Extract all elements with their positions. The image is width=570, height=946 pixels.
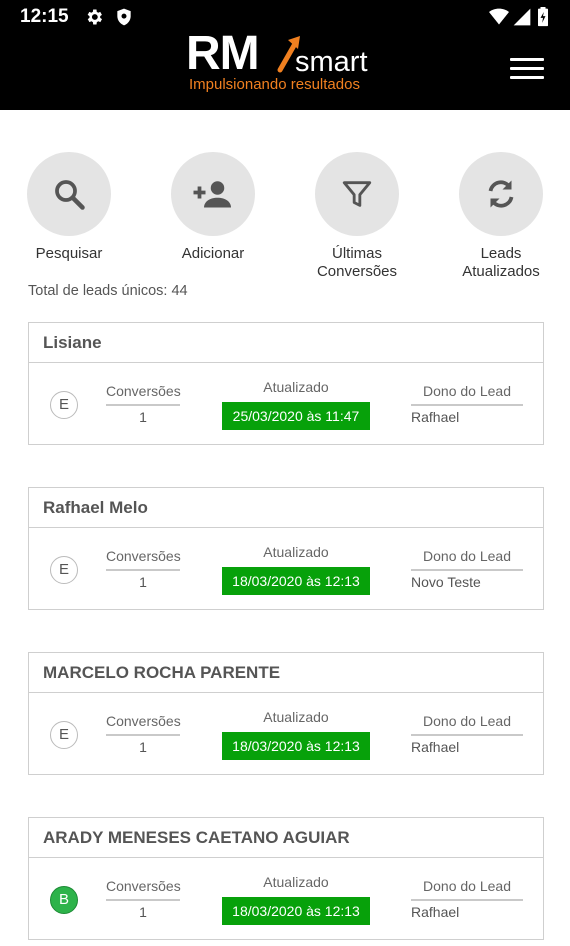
lead-card[interactable]: ARADY MENESES CAETANO AGUIAR B Conversõe… <box>28 817 544 940</box>
owner-label: Dono do Lead <box>423 548 511 564</box>
conversions-label: Conversões <box>106 548 181 564</box>
lead-card[interactable]: Rafhael Melo E Conversões 1 Atualizado 1… <box>28 487 544 610</box>
rmsmart-logo: RM smart Impulsionando resultados <box>186 27 386 98</box>
owner-value: Rafhael <box>411 409 460 425</box>
total-leads-text: Total de leads únicos: 44 <box>28 283 188 299</box>
lead-badge: E <box>50 721 78 749</box>
lead-badge: E <box>50 391 78 419</box>
wifi-icon <box>489 8 509 25</box>
owner-value: Novo Teste <box>411 574 481 590</box>
updated-date-badge: 18/03/2020 às 12:13 <box>222 897 370 925</box>
add-button[interactable]: Adicionar <box>153 152 273 263</box>
add-person-icon <box>193 181 231 208</box>
refresh-icon <box>488 180 514 208</box>
app-bar: 12:15 RM smart Impulsionando resultados <box>0 0 570 110</box>
logo-tagline: Impulsionando resultados <box>189 76 360 93</box>
search-label: Pesquisar <box>35 245 103 262</box>
signal-icon <box>513 8 531 26</box>
owner-value: Rafhael <box>411 739 460 755</box>
lead-name: MARCELO ROCHA PARENTE <box>29 653 543 693</box>
conversions-label: Conversões <box>106 713 181 729</box>
logo-rm: RM <box>186 27 260 80</box>
updated-date-badge: 18/03/2020 às 12:13 <box>222 567 370 595</box>
updated-leads-button[interactable]: Leads Atualizados <box>441 152 561 281</box>
logo-smart: smart <box>295 46 368 78</box>
last-conversions-button[interactable]: Últimas Conversões <box>297 152 417 281</box>
updated-label: Atualizado <box>263 874 329 890</box>
updated-label: Atualizado <box>263 709 329 725</box>
owner-label: Dono do Lead <box>423 713 511 729</box>
search-button[interactable]: Pesquisar <box>9 152 129 263</box>
hamburger-menu-icon[interactable] <box>510 58 544 84</box>
updated-leads-label: Leads Atualizados <box>462 245 540 280</box>
status-time: 12:15 <box>20 6 69 27</box>
lead-badge: E <box>50 556 78 584</box>
conversions-label: Conversões <box>106 878 181 894</box>
settings-icon <box>87 9 102 25</box>
owner-value: Rafhael <box>411 904 460 920</box>
search-icon <box>55 180 85 210</box>
updated-date-badge: 25/03/2020 às 11:47 <box>222 402 370 430</box>
add-label: Adicionar <box>181 245 245 262</box>
conversions-value: 1 <box>139 574 147 590</box>
lead-card[interactable]: Lisiane E Conversões 1 Atualizado 25/03/… <box>28 322 544 445</box>
owner-label: Dono do Lead <box>423 878 511 894</box>
last-conversions-label: Últimas Conversões <box>316 245 398 280</box>
conversions-value: 1 <box>139 904 147 920</box>
battery-icon <box>538 7 548 27</box>
lead-name: Rafhael Melo <box>29 488 543 528</box>
lead-badge: B <box>50 886 78 914</box>
updated-label: Atualizado <box>263 379 329 395</box>
filter-icon <box>342 181 372 207</box>
owner-label: Dono do Lead <box>423 383 511 399</box>
conversions-value: 1 <box>139 409 147 425</box>
conversions-label: Conversões <box>106 383 181 399</box>
updated-label: Atualizado <box>263 544 329 560</box>
conversions-value: 1 <box>139 739 147 755</box>
lead-name: Lisiane <box>29 323 543 363</box>
shield-icon <box>117 8 131 26</box>
lead-name: ARADY MENESES CAETANO AGUIAR <box>29 818 543 858</box>
lead-card[interactable]: MARCELO ROCHA PARENTE E Conversões 1 Atu… <box>28 652 544 775</box>
updated-date-badge: 18/03/2020 às 12:13 <box>222 732 370 760</box>
